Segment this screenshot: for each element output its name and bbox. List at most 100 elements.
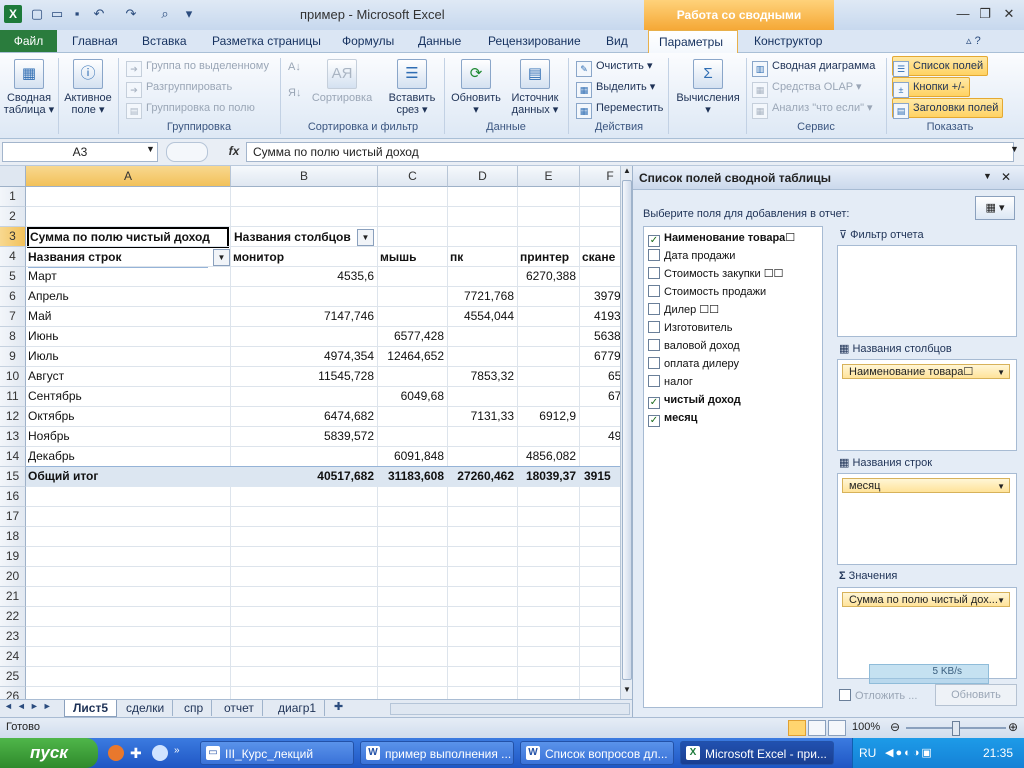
layout-options-button[interactable]: ▦ ▾ — [975, 196, 1015, 220]
pivot-value-cell[interactable]: 7853,32 — [448, 367, 517, 386]
checkbox-unchecked-icon[interactable] — [648, 303, 660, 315]
sort-button[interactable]: AЯ Сортировка — [308, 59, 376, 104]
tray-icons[interactable]: ◀●◐◑▣ — [885, 746, 934, 759]
chip-dropdown-icon[interactable]: ▼ — [997, 479, 1005, 492]
tab-formulas[interactable]: Формулы — [332, 30, 404, 52]
zoom-out-icon[interactable]: ⊖ — [890, 720, 900, 734]
pivot-row-label[interactable]: Декабрь — [28, 447, 228, 466]
report-filter-area[interactable] — [837, 245, 1017, 337]
checkbox-unchecked-icon[interactable] — [648, 285, 660, 297]
pivot-value-cell[interactable]: 6912,9 — [518, 407, 579, 426]
row-header[interactable]: 17 — [0, 507, 26, 527]
group-field-button[interactable]: ▤ Группировка по полю — [126, 99, 255, 119]
pivot-value-cell[interactable]: 7721,768 — [448, 287, 517, 306]
pivot-field-item[interactable]: ✓ месяц — [648, 409, 697, 427]
grand-total-cell[interactable]: 27260,462 — [448, 467, 517, 486]
insert-function-icon[interactable]: fx — [224, 142, 244, 160]
checkbox-unchecked-icon[interactable] — [648, 249, 660, 261]
pivot-table-button[interactable]: ▦ Сводная таблица ▾ — [2, 59, 56, 116]
group-selection-button[interactable]: ➔ Группа по выделенному — [126, 57, 269, 77]
redo-icon[interactable]: ↷ — [122, 5, 140, 23]
row-field-chip[interactable]: месяц ▼ — [842, 478, 1010, 493]
pivot-field-item[interactable]: ✓ Наименование товара☐ — [648, 229, 795, 247]
quicklaunch-more-icon[interactable]: » — [174, 745, 180, 756]
category-header-pc[interactable]: пк — [450, 248, 516, 267]
zoom-slider-thumb[interactable] — [952, 721, 960, 736]
row-header[interactable]: 15 — [0, 467, 26, 487]
pivot-value-cell[interactable]: 7131,33 — [448, 407, 517, 426]
pivot-row-label[interactable]: Сентябрь — [28, 387, 228, 406]
pivot-value-cell[interactable]: 5839,572 — [231, 427, 377, 446]
pivot-field-item[interactable]: валовой доход — [648, 337, 740, 355]
row-header[interactable]: 3 — [0, 227, 26, 247]
row-header[interactable]: 4 — [0, 247, 26, 267]
row-header[interactable]: 16 — [0, 487, 26, 507]
expand-formula-icon[interactable]: ▼ — [1010, 144, 1019, 154]
help-icon[interactable]: ▵ ? — [966, 34, 981, 47]
tab-insert[interactable]: Вставка — [132, 30, 197, 52]
close-icon[interactable]: ✕ — [996, 4, 1022, 24]
grand-total-cell[interactable]: 31183,608 — [378, 467, 447, 486]
move-pivot-button[interactable]: ▦ Переместить — [576, 99, 663, 119]
task-folder[interactable]: ▭ III_Курс_лекций — [200, 741, 354, 765]
row-header[interactable]: 21 — [0, 587, 26, 607]
row-header[interactable]: 25 — [0, 667, 26, 687]
checkbox-checked-icon[interactable]: ✓ — [648, 415, 660, 427]
field-list-toggle[interactable]: ☰ Список полей — [892, 56, 989, 77]
pivot-field-item[interactable]: налог — [648, 373, 693, 391]
column-filter-dropdown-icon[interactable]: ▼ — [357, 229, 374, 246]
tab-options[interactable]: Параметры — [648, 30, 738, 53]
tab-design[interactable]: Конструктор — [744, 30, 832, 52]
select-button[interactable]: ▦ Выделить ▾ — [576, 78, 655, 98]
task-word-questions[interactable]: W Список вопросов дл... — [520, 741, 674, 765]
update-button[interactable]: Обновить — [935, 684, 1017, 706]
checkbox-checked-icon[interactable]: ✓ — [648, 397, 660, 409]
pivot-value-cell[interactable]: 6474,682 — [231, 407, 377, 426]
checkbox-unchecked-icon[interactable] — [648, 267, 660, 279]
page-break-view-icon[interactable] — [828, 720, 846, 736]
language-indicator[interactable]: RU — [859, 746, 876, 760]
row-header[interactable]: 20 — [0, 567, 26, 587]
row-header[interactable]: 1 — [0, 187, 26, 207]
scroll-up-icon[interactable]: ▲ — [622, 166, 632, 178]
chip-dropdown-icon[interactable]: ▼ — [997, 593, 1005, 606]
pivot-row-label[interactable]: Октябрь — [28, 407, 228, 426]
pivot-value-cell[interactable]: 7147,746 — [231, 307, 377, 326]
tab-data[interactable]: Данные — [408, 30, 471, 52]
pivot-field-item[interactable]: Стоимость продажи — [648, 283, 766, 301]
pivot-value-cell[interactable]: 4856,082 — [518, 447, 579, 466]
defer-update-checkbox[interactable]: Отложить ... — [839, 689, 917, 702]
column-header-a[interactable]: A — [26, 166, 231, 187]
column-header-d[interactable]: D — [448, 166, 518, 187]
sort-az-icon[interactable]: A↓ — [288, 61, 306, 81]
vertical-scroll-thumb[interactable] — [622, 180, 632, 680]
print-preview-icon[interactable]: ⌕ — [156, 5, 174, 23]
tab-home[interactable]: Главная — [62, 30, 128, 52]
scroll-down-icon[interactable]: ▼ — [622, 685, 632, 697]
column-labels-area[interactable]: Наименование товара☐ ▼ — [837, 359, 1017, 451]
pivot-field-item[interactable]: Изготовитель — [648, 319, 732, 337]
column-labels-cell[interactable]: Названия столбцов — [233, 228, 354, 247]
row-header[interactable]: 5 — [0, 267, 26, 287]
checkbox-unchecked-icon[interactable] — [648, 321, 660, 333]
open-folder-icon[interactable]: ▭ — [48, 5, 66, 23]
checkbox-unchecked-icon[interactable] — [648, 357, 660, 369]
pivot-row-label[interactable]: Май — [28, 307, 228, 326]
row-header[interactable]: 9 — [0, 347, 26, 367]
values-field-chip[interactable]: Сумма по полю чистый дох... ▼ — [842, 592, 1010, 607]
field-headers-toggle[interactable]: ▤ Заголовки полей — [892, 98, 1004, 119]
row-header[interactable]: 7 — [0, 307, 26, 327]
pivot-value-cell[interactable]: 6091,848 — [378, 447, 447, 466]
name-box-dropdown-icon[interactable]: ▼ — [146, 144, 155, 154]
row-header[interactable]: 13 — [0, 427, 26, 447]
page-layout-view-icon[interactable] — [808, 720, 826, 736]
task-word-example[interactable]: Wпример выполнения ... — [360, 741, 514, 765]
restore-icon[interactable]: ❐ — [972, 4, 998, 24]
grand-total-cell[interactable]: 3915 — [580, 467, 620, 486]
formula-input[interactable]: Сумма по полю чистый доход — [246, 142, 1014, 162]
column-header-b[interactable]: B — [231, 166, 378, 187]
clear-button[interactable]: ✎ Очистить ▾ — [576, 57, 652, 77]
column-header-f[interactable]: F — [580, 166, 620, 187]
pivot-value-header-cell[interactable]: Сумма по полю чистый доход — [27, 227, 229, 248]
tab-view[interactable]: Вид — [596, 30, 638, 52]
